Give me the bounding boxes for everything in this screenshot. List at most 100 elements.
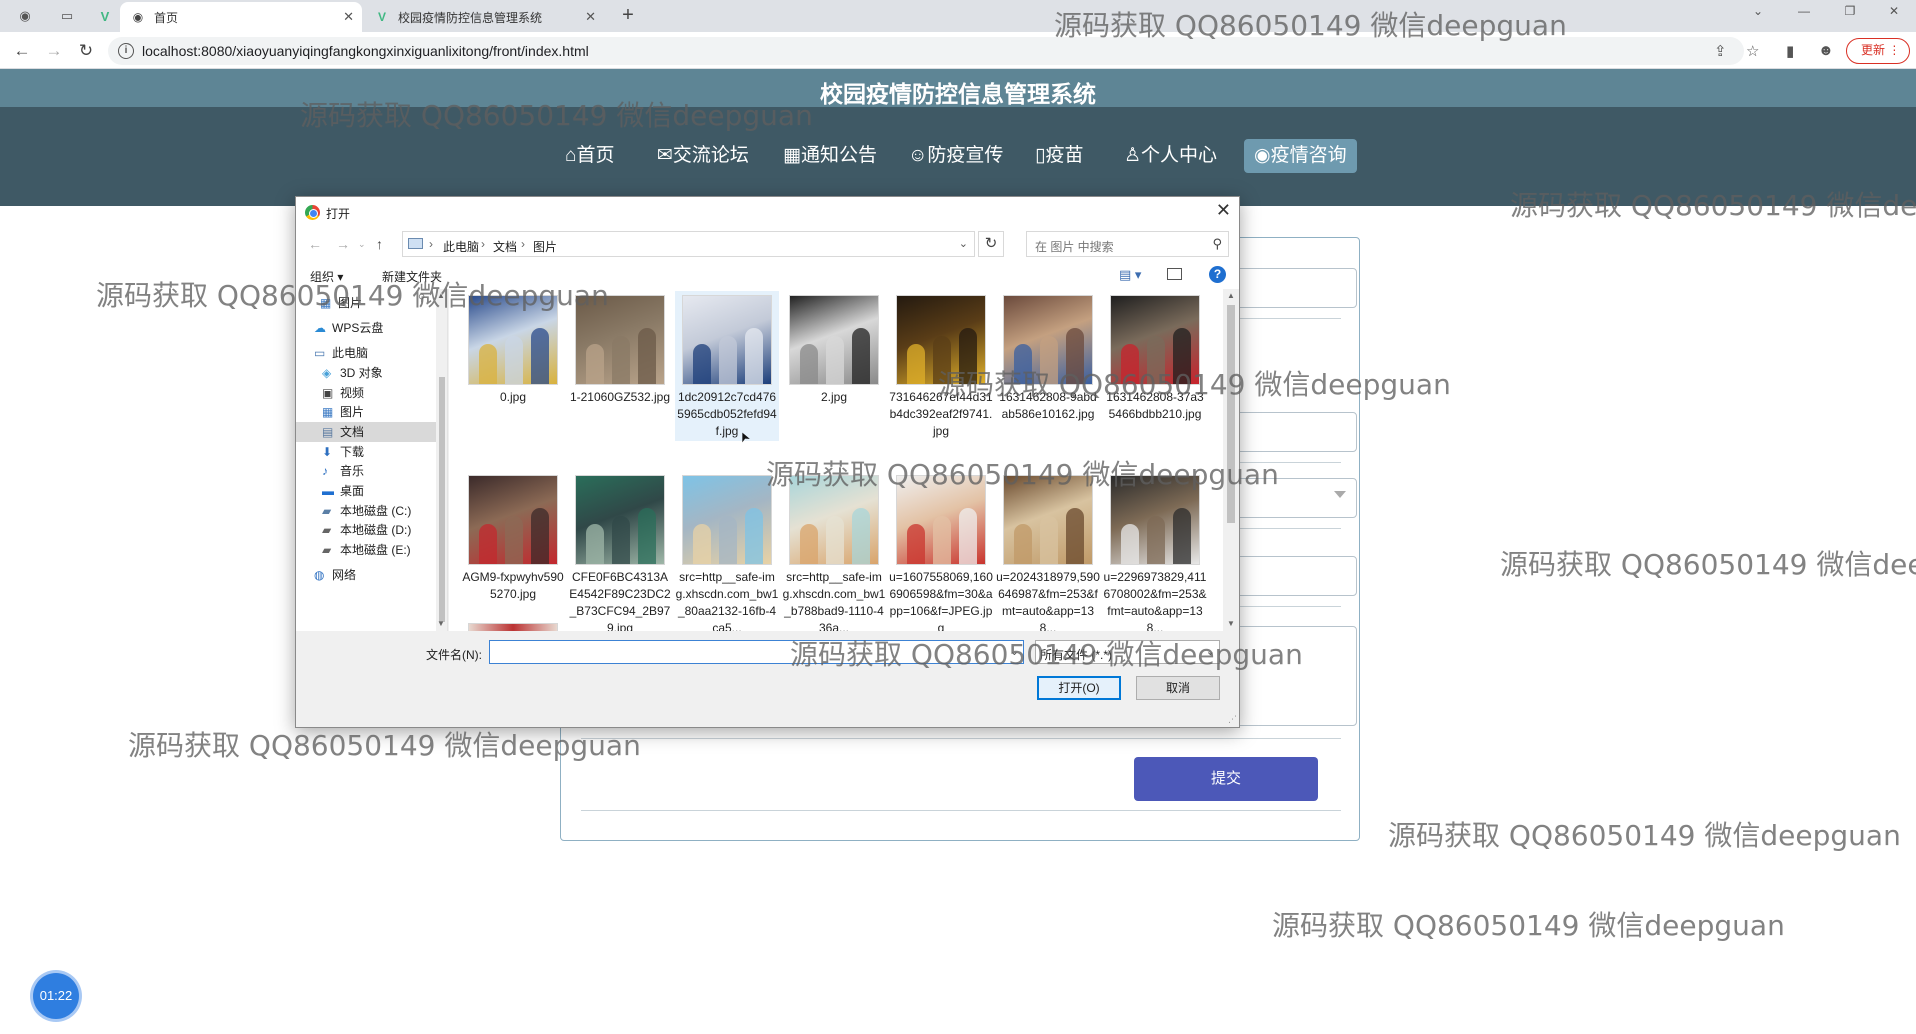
sidebar-item[interactable]: ☁ WPS云盘: [296, 318, 436, 338]
up-icon[interactable]: ↑: [376, 236, 383, 252]
sidebar-item[interactable]: ◍ 网络: [296, 565, 436, 585]
sidebar-item[interactable]: ▭ 此电脑: [296, 343, 436, 363]
pinned-tab-vue-icon[interactable]: V: [90, 2, 120, 30]
organize-button[interactable]: 组织 ▾: [310, 268, 343, 285]
update-button[interactable]: 更新 ⋮: [1846, 38, 1910, 64]
file-item[interactable]: u=2296973829,4116708002&fm=253&fmt=auto&…: [1103, 471, 1207, 631]
nav-home[interactable]: ⌂首页: [555, 139, 625, 173]
breadcrumb-item[interactable]: 此电脑: [443, 238, 479, 255]
preview-pane-icon[interactable]: [1167, 268, 1182, 280]
chevron-down-icon[interactable]: ⌄: [1010, 645, 1019, 658]
pinned-tab-globe-icon[interactable]: ◉: [10, 2, 40, 30]
file-item[interactable]: CFE0F6BC4313AE4542F89C23DC2_B73CFC94_2B9…: [568, 471, 672, 631]
nav-notice[interactable]: ▦通知公告: [773, 139, 887, 173]
scroll-up-icon[interactable]: ▲: [1227, 291, 1235, 300]
url-input[interactable]: i localhost:8080/xiaoyuanyiqingfangkongx…: [108, 37, 1744, 65]
cancel-button[interactable]: 取消: [1136, 676, 1220, 700]
scroll-down-icon[interactable]: ▼: [437, 619, 445, 628]
tab-search-icon[interactable]: ⌄: [1738, 4, 1778, 26]
file-list-scrollbar[interactable]: ▲ ▼: [1223, 289, 1239, 631]
file-item[interactable]: AGM9-fxpwyhv5905270.jpg: [461, 471, 565, 621]
image-thumbnail: [896, 475, 986, 565]
breadcrumb-item[interactable]: 文档: [493, 238, 517, 255]
bookmark-star-icon[interactable]: ☆: [1746, 42, 1759, 60]
new-tab-button[interactable]: +: [616, 4, 640, 28]
close-icon[interactable]: ✕: [1216, 200, 1231, 221]
download-icon: ⬇: [322, 445, 333, 459]
scroll-up-icon[interactable]: ▲: [437, 291, 445, 300]
breadcrumb-item[interactable]: 图片: [533, 238, 557, 255]
file-name: 731646267ef44d31b4dc392eaf2f9741.jpg: [889, 390, 993, 438]
timer-badge[interactable]: 01:22: [33, 973, 79, 1019]
resize-grip-icon[interactable]: ⋰: [1228, 714, 1237, 725]
thumbnail-shape: [826, 336, 844, 384]
search-input[interactable]: 在 图片 中搜索 ⚲: [1026, 231, 1229, 257]
new-folder-button[interactable]: 新建文件夹: [382, 268, 442, 285]
image-thumbnail: [575, 475, 665, 565]
file-item[interactable]: 1631462808-9abdab586e10162.jpg: [996, 291, 1100, 441]
file-item[interactable]: 1631462808-37a35466bdbb210.jpg: [1103, 291, 1207, 441]
navigation-scrollbar[interactable]: ▲ ▼: [436, 289, 447, 631]
sidebar-item[interactable]: ▰ 本地磁盘 (D:): [296, 520, 436, 540]
sidebar-item[interactable]: ♪ 音乐: [296, 461, 436, 481]
nav-profile[interactable]: ♙个人中心: [1114, 139, 1227, 173]
profile-icon[interactable]: ☻: [1818, 42, 1834, 59]
recent-dropdown-icon[interactable]: ⌄: [358, 239, 366, 250]
back-icon[interactable]: ←: [308, 236, 322, 252]
sidebar-item[interactable]: ◈ 3D 对象: [296, 363, 436, 383]
nav-publicity[interactable]: ☺防疫宣传: [898, 139, 1013, 173]
tab-home[interactable]: ◉ 首页 ✕: [120, 2, 362, 32]
refresh-button[interactable]: ↻: [978, 231, 1004, 257]
sidebar-item[interactable]: ▣ 视频: [296, 383, 436, 403]
scrollbar-thumb[interactable]: [439, 377, 445, 622]
nav-vaccine[interactable]: ▯疫苗: [1025, 139, 1093, 173]
forward-icon[interactable]: →: [42, 40, 66, 62]
open-button[interactable]: 打开(O): [1037, 676, 1121, 700]
file-item[interactable]: u=2024318979,590646987&fm=253&fmt=auto&a…: [996, 471, 1100, 631]
sidebar-item[interactable]: ▰ 本地磁盘 (C:): [296, 501, 436, 521]
file-item[interactable]: src=http__safe-img.xhscdn.com_bw1_80aa21…: [675, 471, 779, 631]
scroll-down-icon[interactable]: ▼: [1227, 619, 1235, 628]
pinned-tab-page-icon[interactable]: ▭: [52, 2, 82, 30]
help-icon[interactable]: ?: [1209, 266, 1226, 283]
nav-forum[interactable]: ✉交流论坛: [647, 139, 759, 173]
back-icon[interactable]: ←: [10, 40, 34, 62]
share-icon[interactable]: ⇪: [1714, 42, 1727, 60]
restore-button[interactable]: ❐: [1830, 4, 1870, 26]
file-item[interactable]: 731646267ef44d31b4dc392eaf2f9741.jpg: [889, 291, 993, 441]
breadcrumb[interactable]: › 此电脑 › 文档 › 图片 ⌄: [402, 231, 975, 257]
sidebar-item[interactable]: ▤ 文档: [296, 422, 436, 442]
sidebar-item[interactable]: ▦ 图片: [296, 402, 436, 422]
file-item[interactable]: 0.jpg: [461, 291, 565, 441]
file-item[interactable]: src=http__safe-img.xhscdn.com_bw1_b788ba…: [782, 471, 886, 631]
sidebar-item-label: 3D 对象: [340, 366, 383, 380]
url-text: localhost:8080/xiaoyuanyiqingfangkongxin…: [142, 43, 589, 59]
file-item[interactable]: 1dc20912c7cd4765965cdb052fefd94f.jpg: [675, 291, 779, 441]
file-item[interactable]: 1-21060GZ532.jpg: [568, 291, 672, 441]
close-window-button[interactable]: ✕: [1874, 4, 1914, 26]
sidebar-item[interactable]: ▦ 图片: [296, 293, 436, 313]
minimize-button[interactable]: —: [1784, 4, 1824, 26]
tab-system[interactable]: V 校园疫情防控信息管理系统 ✕: [364, 2, 604, 32]
filetype-select[interactable]: 所有文件 (*.*) ⌄: [1035, 640, 1220, 664]
sidebar-item[interactable]: ⬇ 下载: [296, 442, 436, 462]
smile-icon: ☺: [908, 145, 928, 166]
side-panel-icon[interactable]: ▮: [1786, 42, 1794, 60]
view-options-icon[interactable]: ▤ ▾: [1119, 267, 1141, 283]
sidebar-item-label: 文档: [340, 425, 365, 439]
close-tab-icon[interactable]: ✕: [343, 9, 354, 25]
nav-consult[interactable]: ◉疫情咨询: [1244, 139, 1357, 173]
sidebar-item-label: 桌面: [340, 484, 365, 498]
chevron-down-icon[interactable]: ⌄: [959, 237, 968, 250]
close-tab-icon[interactable]: ✕: [585, 9, 596, 25]
file-item[interactable]: 2.jpg: [782, 291, 886, 441]
sidebar-item[interactable]: ▰ 本地磁盘 (E:): [296, 540, 436, 560]
file-item[interactable]: u=1607558069,1606906598&fm=30&app=106&f=…: [889, 471, 993, 631]
info-icon[interactable]: i: [118, 43, 134, 59]
forward-icon[interactable]: →: [336, 236, 350, 252]
scrollbar-thumb[interactable]: [1227, 305, 1235, 523]
reload-icon[interactable]: ↻: [74, 40, 98, 62]
submit-button[interactable]: 提交: [1134, 757, 1318, 801]
filename-input[interactable]: ⌄: [489, 640, 1024, 664]
sidebar-item[interactable]: ▬ 桌面: [296, 481, 436, 501]
